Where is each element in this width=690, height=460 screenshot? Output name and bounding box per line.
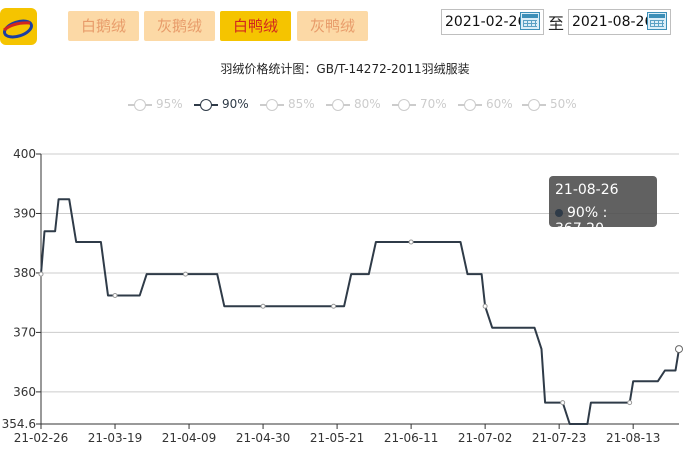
data-point [38, 271, 44, 277]
x-tick-label: 21-05-21 [310, 431, 364, 445]
x-tick-label: 21-08-13 [606, 431, 660, 445]
y-tick-label: 370 [13, 325, 36, 339]
y-tick-label: 354.6 [2, 417, 36, 431]
chart-tooltip: 21-08-26 90% : 367.20 [549, 176, 657, 237]
data-point [560, 400, 566, 406]
x-tick-label: 21-06-11 [384, 431, 438, 445]
data-point [482, 303, 488, 309]
data-point [112, 293, 118, 299]
x-tick-label: 21-04-30 [236, 431, 290, 445]
y-tick-label: 360 [13, 385, 36, 399]
tooltip-series-dot [555, 209, 563, 217]
x-tick-label: 21-07-23 [532, 431, 586, 445]
data-point [331, 303, 337, 309]
data-point [627, 400, 633, 406]
y-tick-label: 390 [13, 206, 36, 220]
data-point [408, 239, 414, 245]
x-tick-label: 21-03-19 [88, 431, 142, 445]
data-point [183, 271, 189, 277]
y-tick-label: 380 [13, 266, 36, 280]
x-tick-label: 21-02-26 [14, 431, 68, 445]
x-tick-label: 21-07-02 [458, 431, 512, 445]
tooltip-value: 90% : 367.20 [555, 205, 608, 237]
y-tick-label: 400 [13, 147, 36, 161]
data-point [675, 345, 683, 354]
tooltip-date: 21-08-26 [555, 182, 619, 198]
x-tick-label: 21-04-09 [162, 431, 216, 445]
data-point [260, 303, 266, 309]
